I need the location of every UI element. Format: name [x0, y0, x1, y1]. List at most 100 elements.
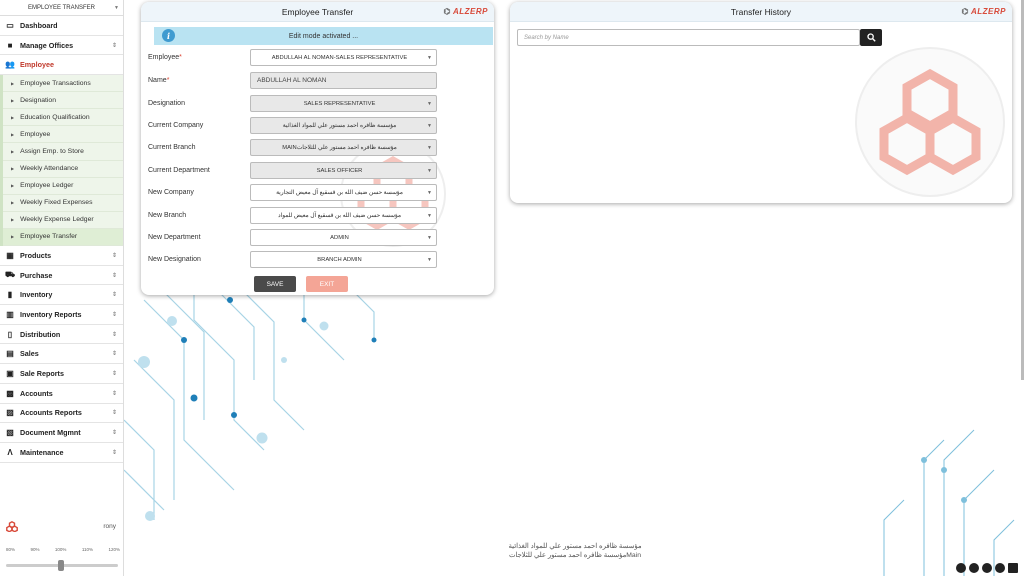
menu-sales[interactable]: ▤ Sales ⇕	[0, 344, 123, 365]
new-company-select[interactable]: مؤسسة حسن ضيف الله بن قسقيع آل معيض التج…	[250, 184, 437, 201]
expand-toggle-icon: ⇕	[111, 331, 117, 338]
menu-products[interactable]: ▦ Products ⇕	[0, 246, 123, 266]
submenu-label: Employee Transfer	[20, 233, 78, 241]
submenu-label: Weekly Attendance	[20, 165, 79, 173]
info-icon: i	[162, 29, 175, 42]
name-input[interactable]: ABDULLAH AL NOMAN	[250, 72, 437, 89]
employee-submenu: ▶ Employee Transactions ▶ Designation ▶ Edu…	[0, 75, 123, 246]
menu-maintenance[interactable]: Λ Maintenance ⇕	[0, 443, 123, 463]
caret-right-icon: ▶	[11, 217, 15, 223]
submenu-item-weekly-attendance[interactable]: ▶ Weekly Attendance	[3, 161, 123, 178]
menu-document-mgmnt[interactable]: ▧ Document Mgmnt ⇕	[0, 423, 123, 443]
submenu-label: Education Qualification	[20, 113, 90, 121]
menu-manage-offices[interactable]: ■ Manage Offices ⇕	[0, 36, 123, 56]
alzerp-logo-icon: ⌬	[961, 7, 969, 16]
designation-select-value: SALES REPRESENTATIVE	[303, 100, 376, 107]
menu-dashboard[interactable]: ▭ Dashboard	[0, 16, 123, 36]
panel-title: Transfer History	[730, 6, 792, 17]
compass-icon: Λ	[7, 447, 13, 457]
field-label: New Department	[148, 234, 201, 241]
dropdown-arrow-icon: ▼	[427, 212, 432, 219]
field-current-company: Current Company مؤسسة ظافره احمد مستور ع…	[148, 117, 438, 134]
submenu-item-designation[interactable]: ▶ Designation	[3, 92, 123, 110]
submenu-item-employee-transactions[interactable]: ▶ Employee Transactions	[3, 75, 123, 93]
submenu-item-employee[interactable]: ▶ Employee	[3, 126, 123, 144]
menu-label: Products	[20, 250, 52, 260]
panel-title: Employee Transfer	[281, 6, 354, 17]
field-label: New Designation	[148, 256, 201, 263]
submenu-item-employee-ledger[interactable]: ▶ Employee Ledger	[3, 178, 123, 195]
zoom-slider-handle[interactable]	[58, 560, 64, 571]
search-placeholder: Search by Name	[524, 34, 569, 41]
alzerp-logo-icon: ⌬	[443, 7, 451, 16]
new-company-value: مؤسسة حسن ضيف الله بن قسقيع آل معيض التج…	[276, 189, 403, 196]
fullscreen-icon[interactable]	[1008, 563, 1018, 573]
dropdown-arrow-icon: ▼	[427, 122, 432, 129]
menu-inventory-reports[interactable]: ▥ Inventory Reports ⇕	[0, 305, 123, 325]
bottom-right-toolbar	[956, 563, 1018, 573]
expand-toggle-icon: ⇕	[111, 272, 117, 279]
report-icon: ▣	[6, 368, 14, 378]
footer-company-name: مؤسسة ظافره احمد مستور علي للمواد الغذائ…	[508, 543, 642, 550]
menu-inventory[interactable]: ▮ Inventory ⇕	[0, 285, 123, 306]
menu-label: Manage Offices	[20, 40, 74, 50]
menu-label: Sale Reports	[20, 368, 64, 378]
menu-purchase[interactable]: ⛟ Purchase ⇕	[0, 266, 123, 286]
new-branch-select[interactable]: مؤسسة حسن ضيف الله بن قسقيع آل معيض للمو…	[250, 207, 437, 224]
help-icon[interactable]	[982, 563, 992, 573]
transfer-history-panel: Transfer History ⌬ ALZERP Search by Name	[510, 2, 1012, 203]
module-selector[interactable]: EMPLOYEE TRANSFER ▼	[0, 0, 123, 16]
submenu-item-weekly-expense-ledger[interactable]: ▶ Weekly Expense Ledger	[3, 212, 123, 229]
caret-right-icon: ▶	[11, 97, 15, 103]
submenu-item-employee-transfer[interactable]: ▶ Employee Transfer	[3, 228, 123, 246]
zoom-label: 120%	[108, 547, 120, 552]
caret-right-icon: ▶	[11, 114, 15, 120]
exit-button[interactable]: EXIT	[306, 276, 348, 292]
register-icon: ▤	[6, 349, 14, 359]
footer-company-info: مؤسسة ظافره احمد مستور علي للمواد الغذائ…	[470, 542, 680, 560]
field-new-designation: New Designation BRANCH ADMIN ▼	[148, 251, 438, 268]
menu-sale-reports[interactable]: ▣ Sale Reports ⇕	[0, 364, 123, 384]
current-branch-value: MAINمؤسسة ظافره احمد مستور علي للثلاجات	[282, 144, 397, 151]
submenu-item-assign-emp-to-store[interactable]: ▶ Assign Emp. to Store	[3, 143, 123, 161]
submenu-label: Employee Transactions	[20, 79, 91, 87]
chevron-down-icon: ▼	[114, 4, 119, 11]
search-input[interactable]: Search by Name	[517, 29, 860, 46]
submenu-item-education-qualification[interactable]: ▶ Education Qualification	[3, 109, 123, 127]
save-button[interactable]: SAVE	[254, 276, 296, 292]
expand-toggle-icon: ⇕	[111, 351, 117, 358]
minus-circle-icon[interactable]	[969, 563, 979, 573]
field-designation: Designation SALES REPRESENTATIVE ▼	[148, 95, 438, 112]
new-designation-select[interactable]: BRANCH ADMIN ▼	[250, 251, 437, 268]
monitor-icon: ▭	[6, 20, 14, 30]
user-name: rony	[103, 522, 116, 530]
search-icon	[866, 33, 876, 42]
submenu-label: Assign Emp. to Store	[20, 147, 84, 155]
menu-label: Purchase	[20, 270, 53, 280]
zoom-label: 110%	[81, 547, 94, 552]
menu-distribution[interactable]: ▯ Distribution ⇕	[0, 325, 123, 345]
dropdown-arrow-icon: ▼	[427, 100, 432, 107]
menu-label: Inventory	[20, 290, 53, 300]
menu-label: Distribution	[20, 329, 61, 339]
current-branch-select[interactable]: MAINمؤسسة ظافره احمد مستور علي للثلاجات ▼	[250, 139, 437, 156]
search-button[interactable]	[860, 29, 882, 46]
current-company-select[interactable]: مؤسسة ظافره احمد مستور علي للمواد الغذائ…	[250, 117, 437, 134]
dropdown-arrow-icon: ▼	[427, 189, 432, 196]
power-icon[interactable]	[956, 563, 966, 573]
users-icon: 👥	[5, 60, 15, 70]
menu-accounts-reports[interactable]: ▨ Accounts Reports ⇕	[0, 404, 123, 424]
field-label: Name*	[148, 77, 250, 84]
employee-select[interactable]: ABDULLAH AL NOMAN-SALES REPRESENTATIVE ▼	[250, 49, 437, 66]
menu-accounts[interactable]: ▩ Accounts ⇕	[0, 384, 123, 404]
current-department-select[interactable]: SALES OFFICER ▼	[250, 162, 437, 179]
new-designation-value: BRANCH ADMIN	[317, 256, 362, 263]
designation-select[interactable]: SALES REPRESENTATIVE ▼	[250, 95, 437, 112]
zoom-label: 80%	[6, 547, 16, 552]
menu-employee[interactable]: 👥 Employee	[0, 55, 123, 76]
brand-name: ALZERP	[971, 7, 1006, 16]
submenu-item-weekly-fixed-expenses[interactable]: ▶ Weekly Fixed Expenses	[3, 195, 123, 212]
refresh-icon[interactable]	[995, 563, 1005, 573]
zoom-level-labels: 80% 90% 100% 110% 120%	[6, 547, 120, 552]
new-department-select[interactable]: ADMIN ▼	[250, 229, 437, 246]
